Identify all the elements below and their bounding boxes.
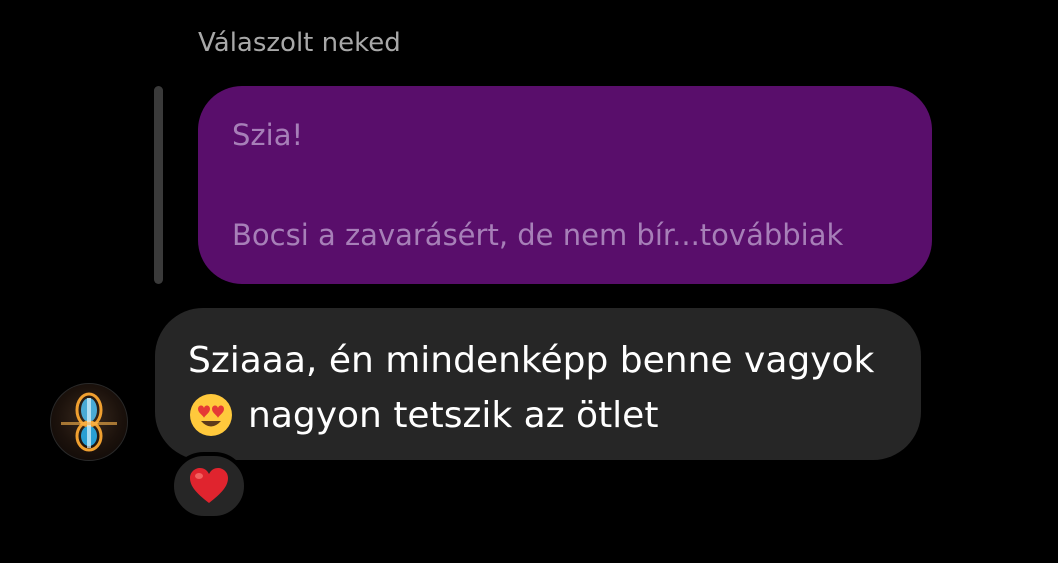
avatar-portal-image [61,392,117,452]
message-text-line: Sziaaa, én mindenképp benne vagyok [188,340,875,381]
red-heart-icon [190,468,228,503]
reply-context-label: Válaszolt neked [198,28,401,58]
avatar[interactable] [50,383,128,461]
quoted-message-line: Szia! [232,118,304,152]
message-bubble[interactable]: Sziaaa, én mindenképp benne vagyok nagyo… [155,308,921,460]
reply-indicator-bar [154,86,163,284]
message-text: nagyon tetszik az ötlet [248,394,659,436]
quoted-message-line: Bocsi a zavarásért, de nem bír...további… [232,218,844,252]
message-text-line: nagyon tetszik az ötlet [188,392,658,438]
smiling-face-with-heart-eyes-icon [188,392,234,438]
quoted-message-bubble[interactable]: Szia! Bocsi a zavarásért, de nem bír...t… [198,86,932,284]
reaction-badge[interactable] [170,452,248,520]
